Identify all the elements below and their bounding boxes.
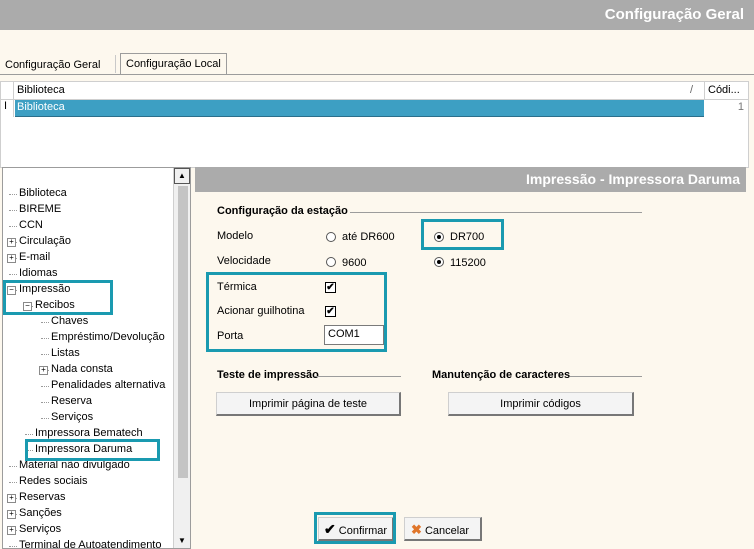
tree-connector — [9, 274, 17, 275]
tree-item[interactable]: Circulação — [19, 235, 71, 247]
sort-indicator-icon: / — [690, 84, 694, 96]
radio-9600[interactable] — [326, 257, 336, 267]
guilhotina-label: Acionar guilhotina — [217, 305, 305, 317]
window-title: Configuração Geral — [604, 6, 744, 23]
station-section-divider — [350, 212, 642, 213]
tab-separator — [115, 55, 116, 73]
tree-item[interactable]: Chaves — [51, 315, 88, 327]
print-codes-button[interactable]: Imprimir códigos — [448, 392, 634, 416]
panel-header: Impressão - Impressora Daruma — [195, 167, 746, 192]
tree-item[interactable]: Idiomas — [19, 267, 58, 279]
title-bar: Configuração Geral — [0, 0, 754, 30]
char-section-title: Manutenção de caracteres — [432, 369, 571, 381]
expand-icon[interactable]: + — [7, 238, 16, 247]
tree-connector — [9, 482, 17, 483]
tree-connector — [9, 466, 17, 467]
guilhotina-checkbox[interactable]: ✔ — [325, 306, 336, 317]
cell-biblioteca: Biblioteca — [17, 101, 65, 113]
tree-item[interactable]: Nada consta — [51, 363, 113, 375]
tree-item[interactable]: Empréstimo/Devolução — [51, 331, 165, 343]
panel-title: Impressão - Impressora Daruma — [526, 171, 740, 187]
tree-item[interactable]: Redes sociais — [19, 475, 87, 487]
test-section-divider — [315, 376, 401, 377]
expand-icon[interactable]: + — [7, 510, 16, 519]
test-section-title: Teste de impressão — [217, 369, 319, 381]
tree-connector — [41, 354, 49, 355]
expand-icon[interactable]: + — [7, 494, 16, 503]
library-grid: Biblioteca / Códi... I Biblioteca 1 — [0, 81, 749, 168]
tree-connector — [41, 338, 49, 339]
modelo-label: Modelo — [217, 230, 254, 242]
expand-icon[interactable]: + — [7, 254, 16, 263]
radio-115200[interactable] — [434, 257, 444, 267]
tree-connector — [9, 210, 17, 211]
scroll-thumb[interactable] — [178, 186, 188, 478]
velocidade-label: Velocidade — [217, 255, 271, 267]
porta-label: Porta — [217, 330, 244, 342]
tree-item[interactable]: Reserva — [51, 395, 92, 407]
tree-item[interactable]: CCN — [19, 219, 43, 231]
tree-connector — [9, 226, 17, 227]
cell-codigo: 1 — [737, 101, 744, 113]
termica-checkbox[interactable]: ✔ — [325, 282, 336, 293]
tree-item[interactable]: Reservas — [19, 491, 65, 503]
radio-9600-label[interactable]: 9600 — [342, 257, 366, 269]
tree-connector — [41, 386, 49, 387]
tab-strip-line — [0, 74, 754, 75]
tree-connector — [41, 418, 49, 419]
highlight-box-impressora-daruma — [25, 439, 160, 461]
tree-item[interactable]: Serviços — [51, 411, 93, 423]
row-indicator-divider — [13, 82, 14, 117]
cancel-label: Cancelar — [424, 525, 469, 537]
tree-item[interactable]: Penalidades alternativa — [51, 379, 165, 391]
tab-configuracao-local[interactable]: Configuração Local — [120, 53, 227, 75]
station-section-title: Configuração da estação — [217, 205, 348, 217]
expand-icon[interactable]: + — [7, 526, 16, 535]
porta-field[interactable]: COM1 — [324, 325, 384, 345]
tree-item[interactable]: BIREME — [19, 203, 61, 215]
tree-item[interactable]: E-mail — [19, 251, 50, 263]
radio-ate-dr600[interactable] — [326, 232, 336, 242]
termica-label: Térmica — [217, 281, 257, 293]
highlight-box-dr700 — [421, 219, 504, 250]
tree-item[interactable]: Serviços — [19, 523, 61, 535]
char-section-divider — [570, 376, 642, 377]
tree-connector — [41, 402, 49, 403]
tree-connector — [41, 322, 49, 323]
column-header-codigo[interactable]: Códi... — [708, 84, 740, 96]
tree-item[interactable]: Terminal de Autoatendimento — [19, 539, 161, 548]
column-divider[interactable] — [704, 82, 705, 99]
print-test-page-button[interactable]: Imprimir página de teste — [216, 392, 401, 416]
tree-connector — [25, 434, 33, 435]
cancel-button[interactable]: ✖ Cancelar — [404, 517, 482, 541]
config-tree[interactable]: Biblioteca BIREME CCN + Circulação + E-mail Idi… — [2, 167, 191, 549]
radio-115200-label[interactable]: 115200 — [450, 257, 486, 269]
column-header-biblioteca[interactable]: Biblioteca — [17, 84, 65, 96]
tab-configuracao-geral[interactable]: Configuração Geral — [0, 55, 105, 75]
table-row[interactable]: Biblioteca — [15, 100, 704, 117]
cancel-icon: ✖ — [411, 522, 422, 537]
scroll-up-icon[interactable]: ▲ — [174, 168, 190, 184]
radio-ate-dr600-label[interactable]: até DR600 — [342, 231, 395, 243]
scroll-down-icon[interactable]: ▼ — [174, 534, 190, 548]
tree-scrollbar[interactable]: ▲ ▼ — [173, 168, 190, 548]
tree-item[interactable]: Impressora Bematech — [35, 427, 143, 439]
tree-connector — [9, 194, 17, 195]
highlight-box-confirmar — [314, 512, 396, 544]
highlight-box-impressao — [3, 280, 113, 315]
expand-icon[interactable]: + — [39, 366, 48, 375]
tree-item[interactable]: Biblioteca — [19, 187, 67, 199]
tree-item[interactable]: Sanções — [19, 507, 62, 519]
tree-item[interactable]: Listas — [51, 347, 80, 359]
row-cursor-icon: I — [4, 100, 8, 112]
grid-header: Biblioteca / Códi... — [1, 82, 748, 117]
